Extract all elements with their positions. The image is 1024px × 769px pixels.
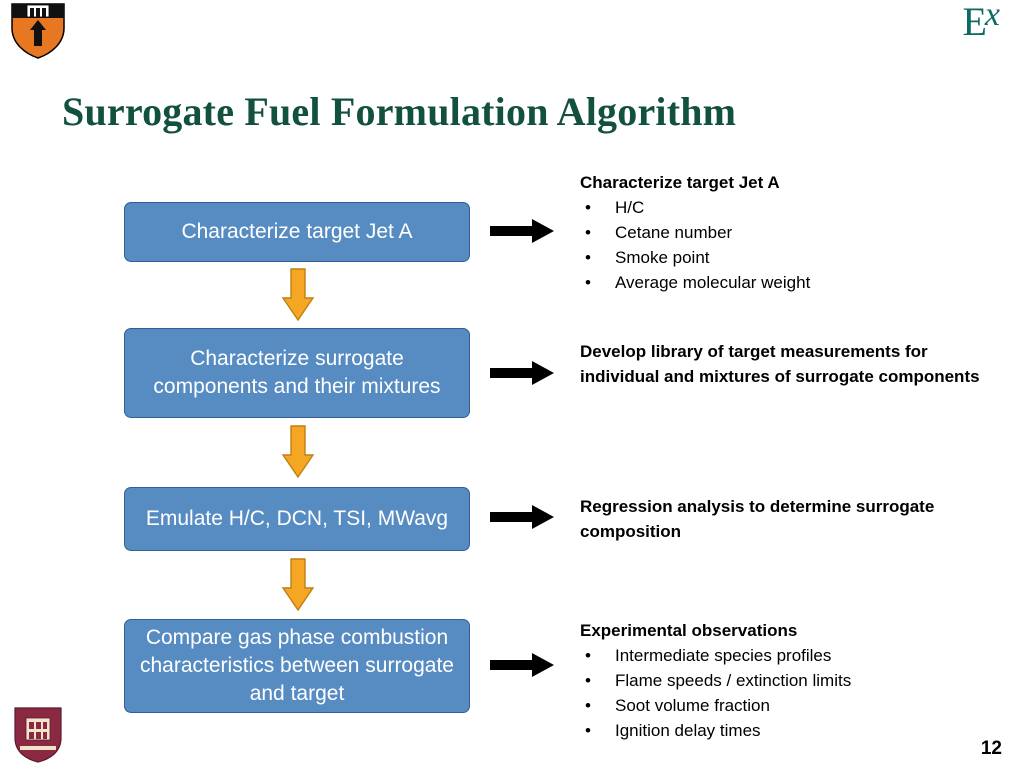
annotation-heading: Develop library of target measurements f… [580,342,980,386]
list-item: Ignition delay times [580,718,1000,743]
annotation-regression-analysis: Regression analysis to determine surroga… [580,494,1000,544]
right-arrow-icon [490,218,556,244]
flow-box-characterize-surrogate[interactable]: Characterize surrogate components and th… [124,328,470,418]
annotation-list: Intermediate species profiles Flame spee… [580,643,1000,743]
page-number: 12 [980,738,1002,759]
list-item: Average molecular weight [580,270,1000,295]
down-arrow-icon [281,268,315,322]
annotation-list: H/C Cetane number Smoke point Average mo… [580,195,1000,295]
list-item: Flame speeds / extinction limits [580,668,1000,693]
list-item: H/C [580,195,1000,220]
page-title: Surrogate Fuel Formulation Algorithm [62,89,737,134]
princeton-shield-icon [10,0,66,60]
right-arrow-icon [490,504,556,530]
list-item: Smoke point [580,245,1000,270]
list-item: Intermediate species profiles [580,643,1000,668]
flow-box-characterize-target[interactable]: Characterize target Jet A [124,202,470,262]
list-item: Cetane number [580,220,1000,245]
ex-logo-x: x [984,0,1000,33]
annotation-characterize-target: Characterize target Jet A H/C Cetane num… [580,170,1000,295]
annotation-experimental-observations: Experimental observations Intermediate s… [580,618,1000,743]
annotation-heading: Experimental observations [580,621,798,640]
right-arrow-icon [490,360,556,386]
annotation-develop-library: Develop library of target measurements f… [580,339,1000,389]
flow-box-emulate-properties[interactable]: Emulate H/C, DCN, TSI, MWavg [124,487,470,551]
annotation-heading: Characterize target Jet A [580,173,780,192]
ex-logo-e: E [962,0,987,44]
annotation-heading: Regression analysis to determine surroga… [580,497,935,541]
university-crest-icon [12,706,64,764]
flow-box-compare-combustion[interactable]: Compare gas phase combustion characteris… [124,619,470,713]
down-arrow-icon [281,425,315,479]
down-arrow-icon [281,558,315,612]
ex-logo: Ex [962,0,1002,44]
right-arrow-icon [490,652,556,678]
list-item: Soot volume fraction [580,693,1000,718]
